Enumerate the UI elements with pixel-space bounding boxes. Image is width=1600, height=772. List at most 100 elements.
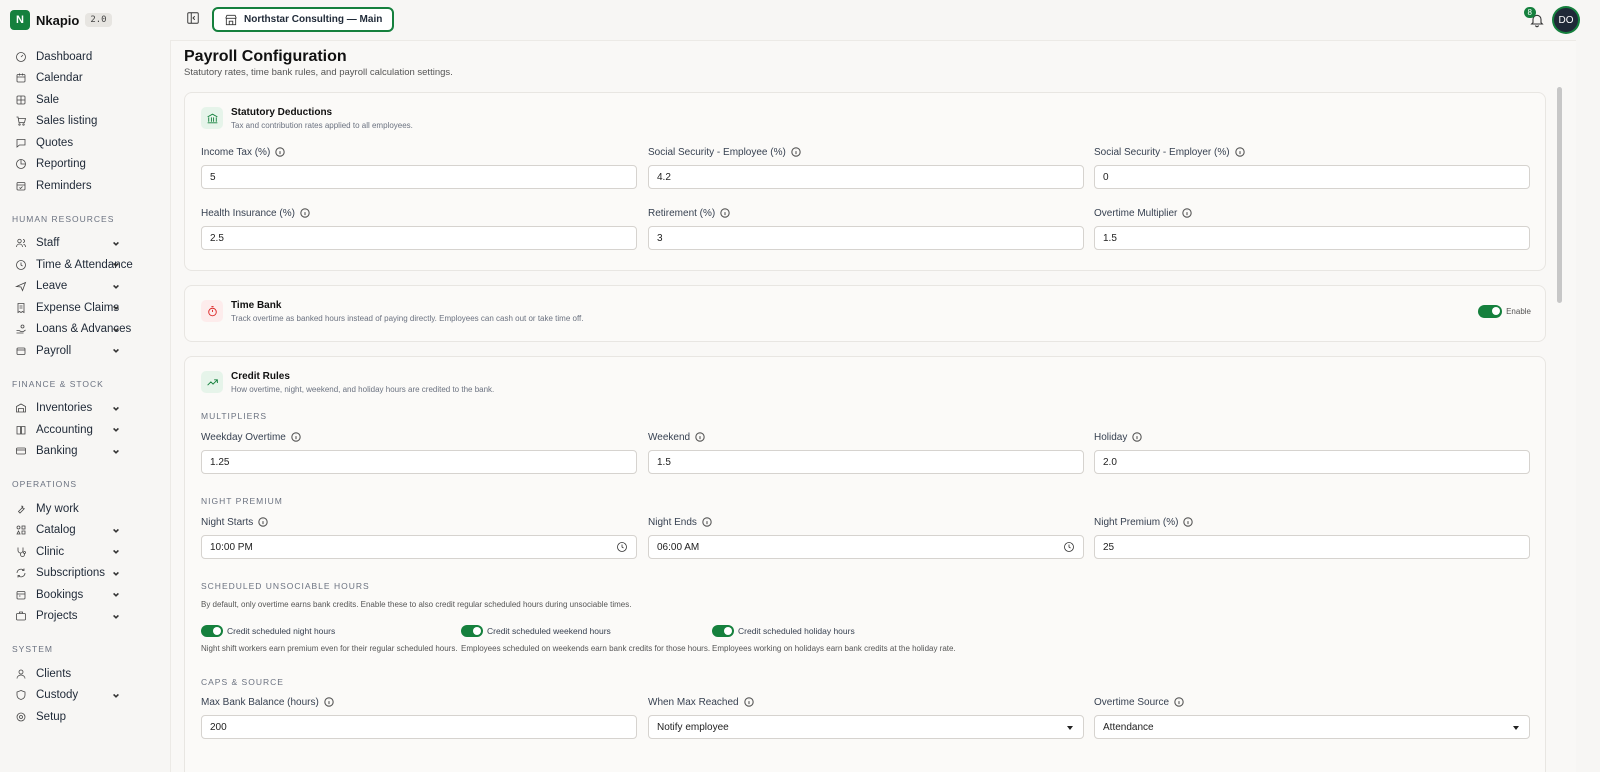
when-max-reached-select[interactable]: Notify employee: [648, 715, 1084, 739]
book-icon: [14, 423, 28, 437]
holiday-hours-toggle[interactable]: [712, 625, 734, 637]
nav-my-work[interactable]: My work: [0, 498, 170, 520]
statutory-deductions-card: Statutory Deductions Tax and contributio…: [184, 92, 1546, 271]
nav-expense-claims[interactable]: Expense Claims: [0, 297, 170, 319]
overtime-source-select[interactable]: Attendance: [1094, 715, 1530, 739]
info-icon[interactable]: [1183, 517, 1194, 527]
nav-subscriptions[interactable]: Subscriptions: [0, 563, 170, 585]
max-bank-balance-input[interactable]: 200: [201, 715, 637, 739]
nav-label: Staff: [36, 237, 60, 250]
night-ends-input[interactable]: 06:00 AM: [648, 535, 1084, 559]
brand-name: Nkapio: [36, 12, 80, 28]
nav-section-system: SYSTEM: [12, 644, 53, 654]
clock-icon[interactable]: [1063, 541, 1075, 553]
nav-label: Calendar: [36, 72, 83, 85]
nav-leave[interactable]: Leave: [0, 276, 170, 298]
clock-icon[interactable]: [616, 541, 628, 553]
pie-icon: [14, 157, 28, 171]
info-icon[interactable]: [1234, 147, 1245, 157]
income-tax-input[interactable]: 5: [201, 165, 637, 189]
info-icon[interactable]: [702, 517, 712, 527]
nav-quotes[interactable]: Quotes: [0, 132, 170, 154]
nav-payroll[interactable]: Payroll: [0, 340, 170, 362]
wallet-icon: [14, 344, 28, 358]
nav-setup[interactable]: Setup: [0, 706, 170, 728]
info-icon[interactable]: [743, 697, 754, 707]
info-icon[interactable]: [324, 697, 334, 707]
enable-toggle[interactable]: [1478, 305, 1503, 318]
info-icon[interactable]: [1132, 432, 1143, 442]
nav-dashboard[interactable]: Dashboard: [0, 46, 170, 68]
info-icon[interactable]: [695, 432, 705, 442]
card-title: Credit Rules: [231, 371, 290, 382]
nav-banking[interactable]: Banking: [0, 441, 170, 463]
nav-time-attendance[interactable]: Time & Attendance: [0, 254, 170, 276]
nav-catalog[interactable]: Catalog: [0, 520, 170, 542]
nav-label: Reminders: [36, 179, 92, 192]
night-premium-input[interactable]: 25: [1094, 535, 1530, 559]
field-label: Night Starts: [201, 516, 254, 528]
nav-inventories[interactable]: Inventories: [0, 398, 170, 420]
nav-projects[interactable]: Projects: [0, 606, 170, 628]
retirement-input[interactable]: 3: [648, 226, 1084, 250]
nav-bookings[interactable]: Bookings: [0, 584, 170, 606]
nav-label: Banking: [36, 445, 78, 458]
holiday-input[interactable]: 2.0: [1094, 450, 1530, 474]
nav-sales-listing[interactable]: Sales listing: [0, 111, 170, 133]
nav-accounting[interactable]: Accounting: [0, 419, 170, 441]
health-insurance-input[interactable]: 2.5: [201, 226, 637, 250]
nav-staff[interactable]: Staff: [0, 233, 170, 255]
nav-calendar[interactable]: Calendar: [0, 68, 170, 90]
info-icon[interactable]: [1182, 208, 1193, 218]
nav-custody[interactable]: Custody: [0, 685, 170, 707]
gauge-icon: [14, 50, 28, 64]
field-label: Weekday Overtime: [201, 431, 286, 443]
social-security-employee-input[interactable]: 4.2: [648, 165, 1084, 189]
night-starts-input[interactable]: 10:00 PM: [201, 535, 637, 559]
info-icon[interactable]: [1174, 697, 1184, 707]
nav-label: Accounting: [36, 423, 93, 436]
weekend-hours-toggle[interactable]: [461, 625, 483, 637]
chevron-down-icon: [112, 691, 120, 699]
max-bank-balance-field: Max Bank Balance (hours) 200: [201, 695, 637, 739]
topbar: Northstar Consulting — Main 8 DO: [170, 0, 1600, 40]
briefcase-icon: [14, 609, 28, 623]
info-icon[interactable]: [275, 147, 286, 157]
info-icon[interactable]: [258, 517, 268, 527]
nav-reminders[interactable]: Reminders: [0, 175, 170, 197]
nav-clinic[interactable]: Clinic: [0, 541, 170, 563]
shield-icon: [14, 688, 28, 702]
nav-label: Expense Claims: [36, 301, 120, 314]
receipt-icon: [14, 301, 28, 315]
info-icon[interactable]: [791, 147, 801, 157]
weekend-input[interactable]: 1.5: [648, 450, 1084, 474]
field-label: Max Bank Balance (hours): [201, 696, 319, 708]
chevron-down-icon: [112, 526, 120, 534]
org-switcher[interactable]: Northstar Consulting — Main: [212, 7, 395, 32]
nav-clients[interactable]: Clients: [0, 663, 170, 685]
message-icon: [14, 136, 28, 150]
weekday-overtime-input[interactable]: 1.25: [201, 450, 637, 474]
when-max-reached-field: When Max Reached Notify employee: [648, 695, 1084, 739]
chevron-down-icon: [112, 239, 120, 247]
avatar[interactable]: DO: [1554, 8, 1578, 32]
brand[interactable]: N Nkapio 2.0: [0, 8, 170, 32]
shapes-icon: [14, 523, 28, 537]
chevron-down-icon: [112, 303, 120, 311]
info-icon[interactable]: [291, 432, 301, 442]
nav-section-finance: FINANCE & STOCK: [12, 378, 104, 389]
nav-label: Bookings: [36, 588, 84, 601]
nav-sale[interactable]: Sale: [0, 89, 170, 111]
overtime-multiplier-input[interactable]: 1.5: [1094, 226, 1530, 250]
night-hours-toggle[interactable]: [201, 625, 223, 637]
info-icon[interactable]: [720, 208, 730, 218]
gear-icon: [14, 710, 28, 724]
nav-loans-advances[interactable]: Loans & Advances: [0, 319, 170, 341]
field-label: Income Tax (%): [201, 146, 271, 158]
toggle-label: Credit scheduled holiday hours: [738, 626, 855, 636]
scrollbar[interactable]: [1557, 87, 1562, 303]
nav-reporting[interactable]: Reporting: [0, 154, 170, 176]
info-icon[interactable]: [300, 208, 310, 218]
social-security-employer-input[interactable]: 0: [1094, 165, 1530, 189]
sidebar-toggle-icon[interactable]: [186, 11, 200, 25]
